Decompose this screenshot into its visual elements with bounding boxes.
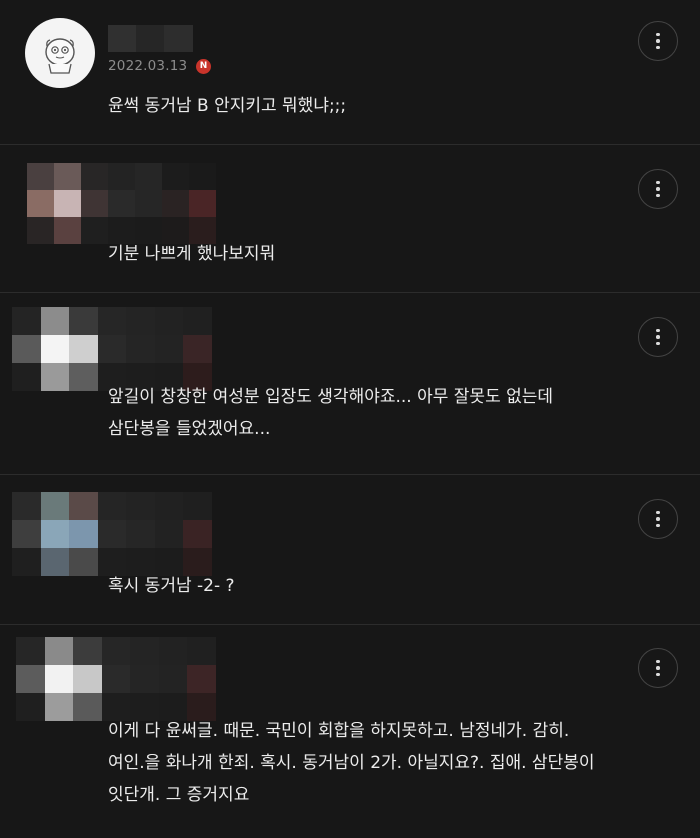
avatar-redacted[interactable] (16, 637, 216, 721)
more-vertical-icon (656, 180, 660, 198)
more-options-button[interactable] (638, 499, 678, 539)
avatar[interactable] (25, 18, 95, 88)
comment-date: 2022.03.13 (108, 58, 188, 74)
comment-item: 앞길이 창창한 여성분 입장도 생각해야죠... 아무 잘못도 없는데 삼단봉을… (0, 293, 700, 475)
comment-text: 이게 다 윤써글. 때문. 국민이 회합을 하지못하고. 남정네가. 감히. 여… (108, 721, 595, 805)
new-badge: N (196, 59, 211, 74)
comment-text: 혹시 동거남 -2- ? (108, 576, 235, 596)
more-vertical-icon (656, 510, 660, 528)
more-vertical-icon (656, 32, 660, 50)
avatar-redacted[interactable] (12, 492, 212, 576)
more-vertical-icon (656, 328, 660, 346)
avatar-redacted[interactable] (12, 307, 212, 391)
avatar-character-icon (45, 38, 75, 74)
comment-item: 이게 다 윤써글. 때문. 국민이 회합을 하지못하고. 남정네가. 감히. 여… (0, 625, 700, 838)
more-options-button[interactable] (638, 317, 678, 357)
more-options-button[interactable] (638, 648, 678, 688)
comment-item: 혹시 동거남 -2- ? (0, 475, 700, 625)
more-options-button[interactable] (638, 21, 678, 61)
comment-text: 윤썩 동거남 B 안지키고 뭐했냐;;; (108, 96, 347, 116)
username-redacted (108, 25, 193, 52)
comment-text: 기분 나쁘게 했나보지뭐 (108, 244, 276, 264)
avatar-redacted[interactable] (27, 163, 216, 244)
more-vertical-icon (656, 659, 660, 677)
comment-text: 앞길이 창창한 여성분 입장도 생각해야죠... 아무 잘못도 없는데 삼단봉을… (108, 387, 554, 439)
comment-item: 기분 나쁘게 했나보지뭐 (0, 145, 700, 293)
comment-item: 2022.03.13 N 윤썩 동거남 B 안지키고 뭐했냐;;; (0, 0, 700, 145)
more-options-button[interactable] (638, 169, 678, 209)
